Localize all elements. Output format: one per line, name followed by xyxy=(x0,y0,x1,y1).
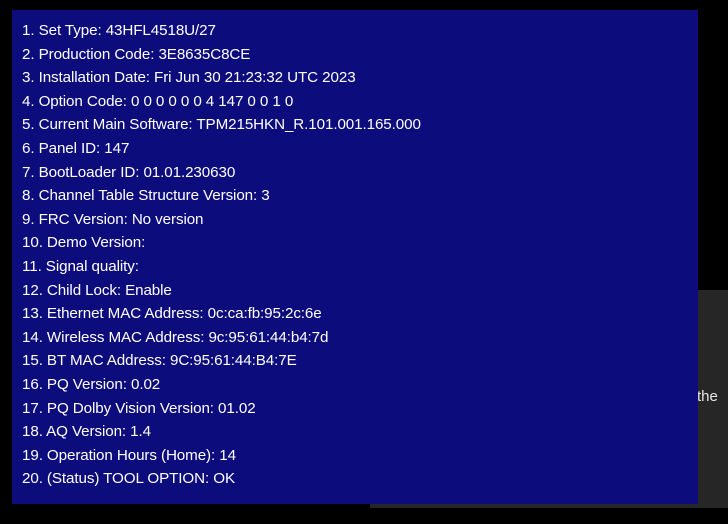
info-operation-hours: 19. Operation Hours (Home): 14 xyxy=(22,446,236,464)
info-ethernet-mac: 13. Ethernet MAC Address: 0c:ca:fb:95:2c… xyxy=(22,305,322,323)
info-set-type: 1. Set Type: 43HFL4518U/27 xyxy=(22,22,216,39)
info-frc-version: 9. FRC Version: No version xyxy=(22,210,204,228)
info-panel-id: 6. Panel ID: 147 xyxy=(22,139,130,157)
info-bt-mac: 15. BT MAC Address: 9C:95:61:44:B4:7E xyxy=(22,352,297,370)
tv-screen: the 1. Set Type: 43HFL4518U/27 2. Produc… xyxy=(0,0,728,524)
info-option-code: 4. Option Code: 0 0 0 0 0 0 4 147 0 0 1 … xyxy=(22,92,294,110)
system-info-list: 1. Set Type: 43HFL4518U/27 2. Production… xyxy=(22,19,698,491)
info-signal-quality: 11. Signal quality: xyxy=(22,257,139,275)
info-wireless-mac: 14. Wireless MAC Address: 9c:95:61:44:b4… xyxy=(22,328,329,346)
info-aq-version: 18. AQ Version: 1.4 xyxy=(22,423,151,441)
info-installation-date: 3. Installation Date: Fri Jun 30 21:23:3… xyxy=(22,69,356,87)
info-child-lock: 12. Child Lock: Enable xyxy=(22,281,172,299)
info-pq-dolby-vision-version: 17. PQ Dolby Vision Version: 01.02 xyxy=(22,399,256,417)
info-demo-version: 10. Demo Version: xyxy=(22,234,146,252)
info-channel-table-version: 8. Channel Table Structure Version: 3 xyxy=(22,187,270,205)
background-menu-text: the xyxy=(697,388,718,405)
info-bootloader-id: 7. BootLoader ID: 01.01.230630 xyxy=(22,163,236,181)
info-pq-version: 16. PQ Version: 0.02 xyxy=(22,375,161,393)
info-tool-option-status: 20. (Status) TOOL OPTION: OK xyxy=(22,470,235,488)
info-production-code: 2. Production Code: 3E8635C8CE xyxy=(22,45,251,63)
system-info-panel: 1. Set Type: 43HFL4518U/27 2. Production… xyxy=(12,10,698,504)
info-main-software: 5. Current Main Software: TPM215HKN_R.10… xyxy=(22,116,421,134)
